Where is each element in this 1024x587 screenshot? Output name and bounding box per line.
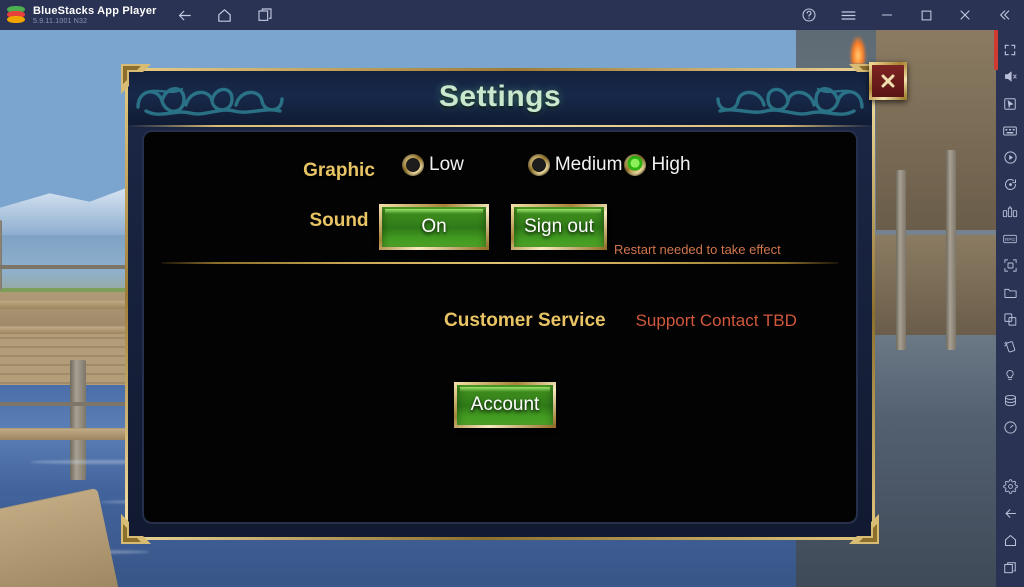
sign-out-button[interactable]: Sign out	[511, 204, 607, 250]
dialog-header: Settings	[128, 71, 872, 125]
close-icon[interactable]	[955, 5, 975, 25]
radio-low-icon[interactable]	[402, 154, 424, 176]
back-icon[interactable]	[175, 5, 195, 25]
disk-icon[interactable]	[998, 387, 1022, 414]
dialog-body: Graphic Low Medium High Restart needed t…	[142, 130, 858, 524]
app-name: BlueStacks App Player	[33, 4, 157, 17]
graphic-row: Graphic	[264, 160, 414, 182]
rpg-mode-icon[interactable]: RPG	[998, 225, 1022, 252]
screenshot-icon[interactable]	[998, 252, 1022, 279]
settings-gear-icon[interactable]	[998, 473, 1022, 500]
graphic-option-high-label: High	[651, 154, 691, 175]
section-divider	[162, 262, 838, 264]
customer-service-row: Customer Service Support Contact TBD	[444, 310, 797, 332]
customer-service-label: Customer Service	[444, 310, 606, 331]
graphic-label: Graphic	[303, 160, 375, 181]
wooden-wall	[876, 30, 996, 230]
menu-icon[interactable]	[838, 5, 858, 25]
dialog-close-button[interactable]	[869, 62, 907, 100]
graphic-option-medium[interactable]: Medium	[527, 154, 623, 176]
building-post	[896, 170, 906, 350]
radio-high-icon[interactable]	[624, 154, 647, 176]
graphic-option-medium-label: Medium	[554, 154, 623, 175]
window-title-bar: BlueStacks App Player 5.9.11.1001 N32	[0, 0, 1024, 30]
titlebar-nav-group	[175, 5, 275, 25]
recents-icon[interactable]	[998, 554, 1022, 581]
restart-note: Restart needed to take effect	[614, 242, 781, 257]
graphic-option-high[interactable]: High	[624, 154, 691, 176]
shake-icon[interactable]	[998, 333, 1022, 360]
sound-toggle-label: On	[421, 216, 447, 237]
rotate-icon[interactable]	[998, 171, 1022, 198]
minimize-icon[interactable]	[877, 5, 897, 25]
dialog-title: Settings	[438, 80, 562, 113]
recents-icon[interactable]	[255, 5, 275, 25]
media-folder-icon[interactable]	[998, 279, 1022, 306]
graphic-options-group: Low Medium High	[402, 154, 691, 176]
customer-service-contact[interactable]: Support Contact TBD	[636, 311, 797, 331]
multi-instance-icon[interactable]	[998, 198, 1022, 225]
torch-flame	[850, 36, 866, 64]
bluestacks-sidebar: RPG	[996, 30, 1024, 587]
header-divider	[128, 125, 872, 127]
graphic-option-low[interactable]: Low	[402, 154, 464, 176]
maximize-icon[interactable]	[916, 5, 936, 25]
macro-record-icon[interactable]	[998, 144, 1022, 171]
radio-medium-icon[interactable]	[527, 154, 550, 176]
cursor-lock-icon[interactable]	[998, 90, 1022, 117]
window-controls	[799, 5, 1024, 25]
performance-icon[interactable]	[998, 414, 1022, 441]
collapse-sidebar-icon[interactable]	[994, 5, 1014, 25]
bluestacks-logo-icon	[7, 6, 25, 24]
building-post	[946, 150, 956, 350]
sound-toggle-button[interactable]: On	[379, 204, 489, 250]
dock-post	[0, 220, 2, 290]
settings-dialog: Settings Graphic Low Medium High Restart…	[121, 62, 907, 544]
eco-mode-icon[interactable]	[998, 360, 1022, 387]
fullscreen-icon[interactable]	[998, 36, 1022, 63]
keymapping-icon[interactable]	[998, 117, 1022, 144]
home-icon[interactable]	[215, 5, 235, 25]
account-label: Account	[470, 394, 540, 415]
sign-out-label: Sign out	[524, 216, 594, 237]
app-version: 5.9.11.1001 N32	[33, 17, 88, 25]
app-title-block: BlueStacks App Player 5.9.11.1001 N32	[33, 5, 157, 26]
volume-icon[interactable]	[998, 63, 1022, 90]
help-icon[interactable]	[799, 5, 819, 25]
copy-paste-icon[interactable]	[998, 306, 1022, 333]
svg-text:RPG: RPG	[1005, 237, 1015, 242]
back-icon[interactable]	[998, 500, 1022, 527]
graphic-option-low-label: Low	[429, 154, 464, 175]
account-button[interactable]: Account	[454, 382, 556, 428]
home-icon[interactable]	[998, 527, 1022, 554]
